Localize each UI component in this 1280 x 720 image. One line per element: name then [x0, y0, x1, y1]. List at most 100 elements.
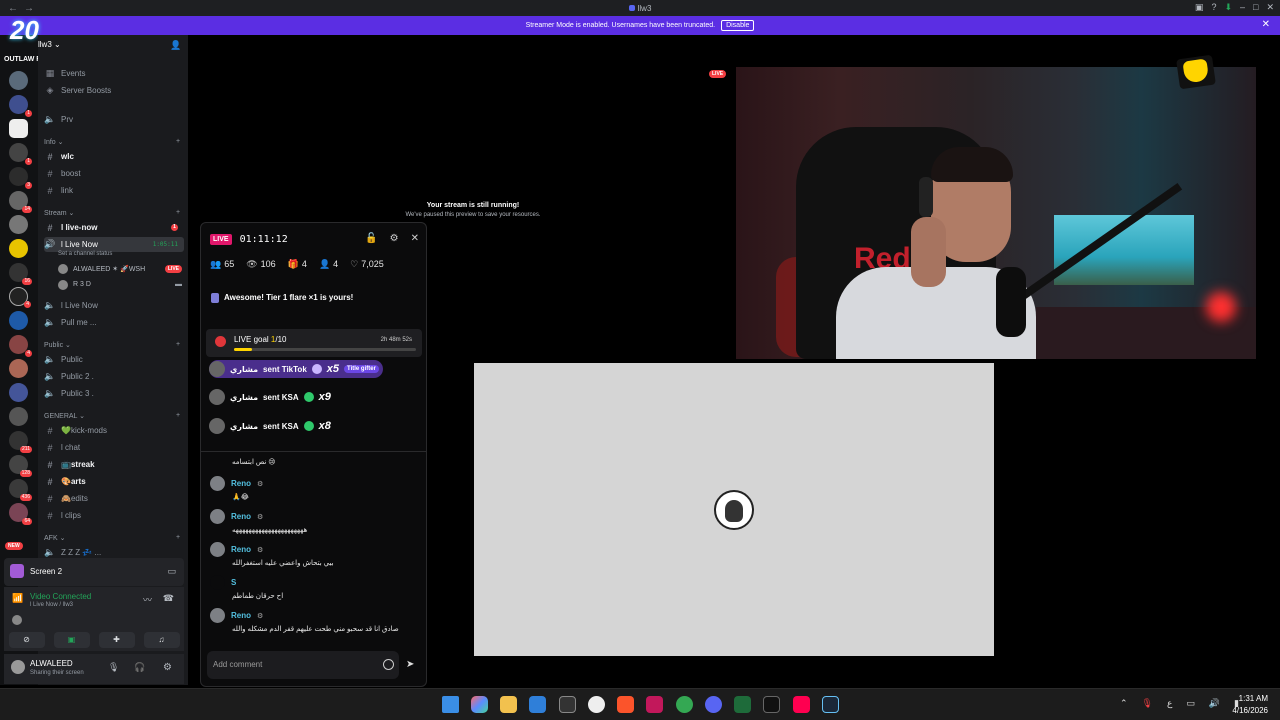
avatar[interactable]	[210, 608, 225, 623]
capcut-icon[interactable]	[763, 696, 780, 713]
add-channel-icon[interactable]: +	[176, 138, 180, 145]
channel-arts[interactable]: # 🎨arts	[44, 474, 184, 489]
add-channel-icon[interactable]: +	[176, 534, 180, 541]
voice-user[interactable]: ALWALEED ✶ 🚀WSH LIVE	[58, 262, 182, 275]
avatar[interactable]	[210, 476, 225, 491]
message-user[interactable]: Reno	[231, 545, 251, 554]
banner-close-icon[interactable]: ✕	[1262, 19, 1270, 30]
disable-streamer-mode-button[interactable]: Disable	[721, 20, 755, 31]
file-explorer-icon[interactable]	[500, 696, 517, 713]
server-icon[interactable]	[9, 383, 28, 402]
server-icon[interactable]: 4	[9, 287, 31, 308]
maximize-button[interactable]: □	[1253, 2, 1258, 13]
channel-wlc[interactable]: # wlc	[44, 149, 184, 164]
server-icon[interactable]	[9, 407, 28, 426]
voice-channel-prv[interactable]: 🔈 Prv	[44, 112, 184, 127]
server-icon[interactable]: 16	[9, 263, 32, 285]
server-icon[interactable]: 436	[9, 479, 32, 501]
send-icon[interactable]: ➤	[406, 659, 414, 670]
channel-edits[interactable]: # 🙈edits	[44, 491, 184, 506]
app-icon[interactable]	[646, 696, 663, 713]
server-icon[interactable]	[9, 359, 28, 378]
message-user[interactable]: Reno	[231, 479, 251, 488]
voice-channel-public[interactable]: 🔈 Public	[44, 352, 184, 367]
category-afk[interactable]: AFK ⌄ +	[44, 534, 180, 542]
server-icon[interactable]: 14	[9, 191, 32, 213]
server-icon[interactable]: 3	[9, 167, 32, 189]
server-icon[interactable]	[9, 239, 28, 258]
help-icon[interactable]: ?	[1211, 2, 1216, 13]
screen-share-panel[interactable]: Screen 2 ▭	[4, 558, 184, 586]
calculator-icon[interactable]	[559, 696, 576, 713]
xbox-icon[interactable]	[734, 696, 751, 713]
channel-kick-mods[interactable]: # 💚kick-mods	[44, 423, 184, 438]
chevron-up-icon[interactable]: ⌃	[1120, 698, 1128, 709]
microphone-icon[interactable]: 🎙	[108, 662, 119, 673]
chrome-icon[interactable]	[676, 696, 693, 713]
add-channel-icon[interactable]: +	[176, 412, 180, 419]
lock-icon[interactable]: 🔓	[365, 233, 377, 244]
app-icon[interactable]	[588, 696, 605, 713]
close-icon[interactable]: ✕	[411, 233, 419, 244]
screen-share-button[interactable]: ▣	[53, 632, 90, 648]
settings-gear-icon[interactable]: ⚙	[390, 233, 399, 244]
avatar[interactable]	[210, 575, 225, 590]
message-user[interactable]: Reno	[231, 611, 251, 620]
sidebar-item-events[interactable]: ▦ Events	[44, 66, 184, 81]
comment-input[interactable]: Add comment	[207, 651, 399, 679]
server-header[interactable]: llw3 ⌄	[38, 40, 61, 49]
server-icon[interactable]: 1	[9, 143, 32, 165]
channel-streak[interactable]: # 📺streak	[44, 457, 184, 472]
minimize-button[interactable]: –	[1240, 2, 1245, 13]
volume-icon[interactable]: 🔊	[1209, 698, 1220, 709]
webcam-stream[interactable]: Red B	[736, 67, 1256, 359]
voice-channel-public-3[interactable]: 🔈 Public 3 .	[44, 386, 184, 401]
screen-share-preview[interactable]	[474, 363, 994, 656]
avatar[interactable]	[210, 509, 225, 524]
discord-icon[interactable]	[705, 696, 722, 713]
add-channel-icon[interactable]: +	[176, 209, 180, 216]
category-stream[interactable]: Stream ⌄ +	[44, 209, 180, 217]
microphone-icon[interactable]: 🎙	[1142, 698, 1153, 709]
server-icon[interactable]: 211	[9, 431, 32, 453]
server-icon[interactable]: 1	[9, 95, 32, 117]
channel-live-now[interactable]: # l live-now 1	[44, 220, 184, 235]
voice-user[interactable]: R 3 D ▬	[58, 278, 182, 291]
network-icon[interactable]: ▭	[1186, 698, 1195, 709]
soundboard-icon[interactable]: ♫	[143, 632, 180, 648]
add-channel-icon[interactable]: +	[176, 341, 180, 348]
category-public[interactable]: Public ⌄ +	[44, 341, 180, 349]
activities-icon[interactable]: ✚	[98, 632, 135, 648]
channel-status-hint[interactable]: Set a channel status	[58, 251, 112, 257]
sidebar-item-server-boosts[interactable]: ◈ Server Boosts	[44, 83, 184, 98]
voice-channel-name[interactable]: l Live Now / llw3	[30, 602, 73, 608]
live-goal[interactable]: LIVE goal 1/10 2h 48m 52s	[206, 329, 422, 357]
inbox-icon[interactable]: ▣	[1195, 2, 1204, 13]
steam-icon[interactable]	[822, 696, 839, 713]
category-info[interactable]: Info ⌄ +	[44, 138, 180, 146]
monitor-icon[interactable]: ▭	[167, 566, 176, 577]
server-icon[interactable]	[9, 215, 28, 234]
voice-channel-live-now-2[interactable]: 🔈 l Live Now	[44, 298, 184, 313]
download-icon[interactable]: ⬇	[1224, 2, 1232, 13]
disconnect-icon[interactable]: ☎	[163, 593, 174, 604]
settings-gear-icon[interactable]: ⚙	[163, 662, 172, 673]
tiktok-icon[interactable]	[793, 696, 810, 713]
message-user[interactable]: S	[231, 578, 236, 587]
channel-boost[interactable]: # boost	[44, 166, 184, 181]
copilot-icon[interactable]	[471, 696, 488, 713]
message-user[interactable]: Reno	[231, 512, 251, 521]
brave-icon[interactable]	[617, 696, 634, 713]
signal-icon[interactable]: 📶	[12, 593, 23, 604]
camera-off-icon[interactable]: ⊘	[8, 632, 45, 648]
emoji-icon[interactable]	[383, 659, 394, 670]
channel-chat[interactable]: # l chat	[44, 440, 184, 455]
voice-channel-pull-me[interactable]: 🔈 Pull me ...	[44, 315, 184, 330]
channel-link[interactable]: # link	[44, 183, 184, 198]
server-icon[interactable]: 128	[9, 455, 32, 477]
store-icon[interactable]	[529, 696, 546, 713]
avatar[interactable]	[210, 542, 225, 557]
server-icon[interactable]	[9, 71, 28, 90]
add-member-icon[interactable]: 👤	[170, 40, 181, 51]
server-icon[interactable]	[9, 311, 28, 330]
